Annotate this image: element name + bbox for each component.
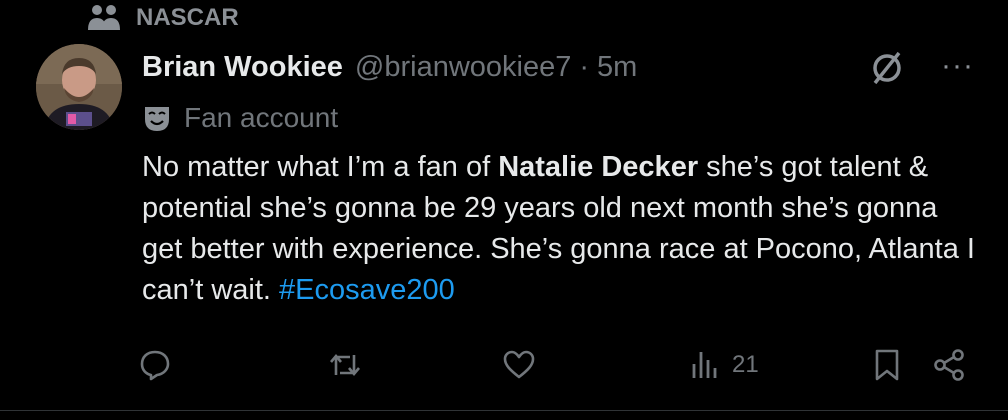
author-handle[interactable]: @brianwookiee7	[355, 51, 571, 84]
like-button[interactable]	[502, 340, 536, 390]
author-name[interactable]: Brian Wookiee	[142, 51, 343, 84]
post-text: No matter what I’m a fan of Natalie Deck…	[142, 147, 982, 311]
repost-icon	[330, 353, 360, 377]
hashtag-link[interactable]: #Ecosave200	[279, 274, 455, 306]
views-count: 21	[732, 351, 759, 378]
avatar-image	[36, 44, 122, 130]
more-options-icon[interactable]: ···	[941, 50, 974, 86]
community-people-icon	[88, 5, 120, 30]
avatar[interactable]	[36, 44, 122, 130]
community-label[interactable]: NASCAR	[88, 2, 239, 34]
like-icon	[503, 350, 535, 379]
post-text-part1: No matter what I’m a fan of	[142, 151, 499, 183]
grok-icon[interactable]	[867, 48, 907, 93]
reply-button[interactable]	[138, 340, 172, 390]
views-button[interactable]: 21	[688, 340, 759, 390]
views-icon	[692, 352, 717, 378]
theater-mask-icon	[145, 107, 169, 131]
post-action-bar: 21	[0, 340, 1008, 390]
post-time[interactable]: 5m	[597, 51, 637, 84]
bookmark-icon	[875, 349, 899, 381]
share-button[interactable]	[932, 340, 966, 390]
badge-label: Fan account	[184, 102, 339, 133]
bookmark-button[interactable]	[870, 340, 904, 390]
community-name: NASCAR	[136, 4, 239, 31]
share-icon	[934, 349, 964, 381]
repost-button[interactable]	[328, 340, 362, 390]
reply-icon	[140, 350, 170, 381]
fan-account-badge: Fan account	[142, 98, 338, 138]
separator-dot: ·	[579, 50, 590, 83]
post-top-actions: ···	[867, 48, 974, 93]
post-header: Brian Wookiee @brianwookiee7 · 5m	[142, 44, 637, 90]
post-divider	[0, 410, 1008, 411]
post-text-bold: Natalie Decker	[498, 151, 699, 183]
